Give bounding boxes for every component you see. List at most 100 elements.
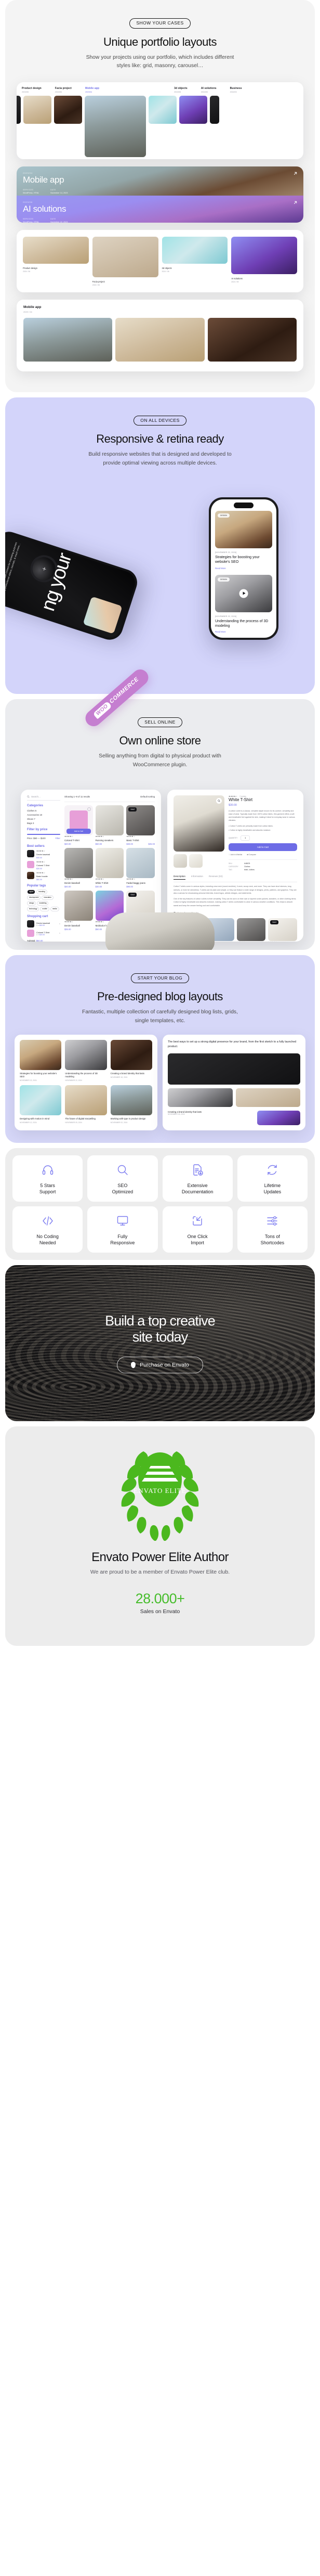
related-product-card[interactable]: ★★★★☆ Basic hoodie $40.00	[236, 918, 266, 942]
tag-chip[interactable]: mobile	[40, 906, 49, 911]
remove-icon[interactable]: ×	[59, 922, 60, 925]
blog-thumb[interactable]	[235, 1088, 300, 1107]
landing-page: SHOW YOUR CASES Unique portfolio layouts…	[0, 0, 320, 1646]
portfolio-grid-cell[interactable]: AI solutions 2024 / 05	[231, 236, 297, 286]
tab-information[interactable]: Information	[191, 875, 203, 880]
tag-chip[interactable]: design	[27, 900, 36, 906]
wishlist-icon[interactable]	[87, 807, 91, 811]
tag-chip[interactable]: media	[50, 906, 59, 911]
product-thumbnail[interactable]	[189, 854, 203, 868]
blog-post-card[interactable]: Strategies for boosting your website's S…	[20, 1040, 62, 1081]
tag-chip[interactable]: technology	[27, 906, 39, 911]
portfolio-tab[interactable]: Facia project 2024/06	[55, 87, 72, 93]
arrow-up-right-icon[interactable]	[293, 171, 298, 176]
tag-chip[interactable]: marketing	[37, 900, 49, 906]
tag-chip[interactable]: innovation	[42, 895, 54, 900]
blog-thumb[interactable]	[168, 1088, 233, 1107]
feature-card-shortcodes[interactable]: Tons of Shortcodes	[237, 1206, 308, 1253]
single-image	[207, 317, 297, 362]
portfolio-thumb[interactable]	[210, 95, 219, 124]
portfolio-tab[interactable]: Business 2024/03	[230, 87, 242, 93]
phone-mockup-portrait[interactable]: DESIGN [NOVEMBER 22, 2024] Strategies fo…	[209, 497, 278, 640]
shop-search-input[interactable]: Search…	[27, 795, 60, 801]
blog-post-card[interactable]: Understanding the process of 3D modeling…	[65, 1040, 107, 1081]
product-card[interactable]: ★★★★☆ Denim baseball $40.00	[64, 847, 93, 888]
tag-chip[interactable]: digital	[27, 889, 36, 894]
blog-grid-mockup[interactable]: Strategies for boosting your website's S…	[15, 1035, 157, 1130]
compare-button[interactable]: ⇄ Compare	[247, 854, 256, 856]
portfolio-thumb[interactable]	[54, 95, 82, 124]
portfolio-tab[interactable]: Product design 2024/06	[22, 87, 42, 93]
portfolio-grid-cell[interactable]: Facia project 2024 / 06	[92, 236, 158, 286]
best-seller-item[interactable]: ★★★★☆ Denim baseball $40.00	[27, 849, 60, 859]
price-slider[interactable]	[27, 833, 60, 835]
portfolio-grid-cell[interactable]: 3d objects 2024 / 06	[162, 236, 228, 286]
portfolio-tab[interactable]: 3d objects 2024/06	[174, 87, 188, 93]
portfolio-thumb[interactable]	[23, 95, 51, 124]
add-to-cart-button[interactable]: Add to Cart	[229, 843, 297, 852]
wishlist-button[interactable]: ♡ Add to Wishlist	[229, 854, 242, 856]
blog-thumb[interactable]	[257, 1110, 300, 1125]
best-seller-item[interactable]: ★★★★☆ Colored T-Shirt $30.00	[27, 860, 60, 870]
blog-single-mockup[interactable]: The best ways to set up a strong digital…	[163, 1035, 305, 1130]
product-thumbnail[interactable]	[174, 854, 187, 868]
product-card[interactable]: ★★★★☆ Running sneakers $60.00	[95, 805, 124, 845]
product-card[interactable]: ★★★★☆ Denim baseball $35.00	[64, 890, 93, 931]
portfolio-grid-cell[interactable]: Product design 2024 / 06	[23, 236, 89, 286]
portfolio-thumb[interactable]	[149, 95, 177, 124]
phone-blog-post[interactable]: DESIGN [NOVEMBER 22, 2024] Understanding…	[215, 574, 272, 633]
portfolio-tab[interactable]: AI solutions 2024/05	[201, 87, 217, 93]
sorting-select[interactable]: Default sorting	[140, 795, 155, 798]
tag-chip[interactable]: branding	[36, 889, 47, 894]
feature-card-documentation[interactable]: Extensive Documentation	[162, 1155, 233, 1202]
post-read-more-link[interactable]: Read More	[215, 630, 272, 633]
category-item[interactable]: Bags 3	[27, 822, 60, 825]
phone-blog-post[interactable]: DESIGN [NOVEMBER 22, 2024] Strategies fo…	[215, 510, 272, 570]
tag-chip[interactable]: development	[27, 895, 41, 900]
portfolio-thumb[interactable]	[179, 95, 207, 124]
remove-icon[interactable]: ×	[59, 932, 60, 934]
phone-mockup-landscape[interactable]: Creating compelling video content for ma…	[5, 528, 141, 643]
feature-card-responsive[interactable]: Fully Responsive	[87, 1206, 158, 1253]
filter-button[interactable]: Filter	[55, 837, 60, 840]
portfolio-mockup-hero[interactable]: 2023/04 Mobile app SERVICES WordPress, H…	[17, 166, 303, 223]
blog-post-card[interactable]: Designing with motion in mind NOVEMBER 1…	[20, 1085, 62, 1124]
portfolio-hero-card-2[interactable]: 2023/06 AI solutions SERVICES WordPress,…	[17, 195, 303, 223]
category-item[interactable]: Clothes 6	[27, 809, 60, 812]
product-card[interactable]: ★★★★☆ Faded baggy jeans $90.00	[126, 847, 155, 888]
add-to-cart-button[interactable]: Add to Cart	[66, 828, 91, 834]
blog-post-card[interactable]: Working with type in product design NOVE…	[110, 1085, 152, 1124]
zoom-icon[interactable]	[216, 797, 222, 804]
feature-card-seo[interactable]: SEO Optimized	[87, 1155, 158, 1202]
product-card[interactable]: Add to Cart ★★★★☆ Colored T-Shirt $20.00	[64, 805, 93, 845]
related-product-card[interactable]: SALE ★★★★☆ Retro trainers $100.00 $150.0…	[268, 918, 297, 942]
tab-description[interactable]: Description	[174, 875, 185, 880]
post-read-more-link[interactable]: Read More	[215, 567, 272, 570]
category-item[interactable]: Shoes 7	[27, 818, 60, 820]
portfolio-mockup-grid[interactable]: Product design 2024 / 06 Facia project 2…	[17, 229, 303, 292]
feature-card-one-click-import[interactable]: One Click Import	[162, 1206, 233, 1253]
quantity-stepper[interactable]: 1	[241, 835, 250, 841]
feature-card-support[interactable]: 5 Stars Support	[12, 1155, 83, 1202]
product-card[interactable]: ★★★★☆ White T-Shirt $30.00	[95, 847, 124, 888]
feature-label: Tons of Shortcodes	[260, 1233, 285, 1246]
arrow-up-right-icon[interactable]	[293, 200, 298, 205]
portfolio-mockup-carousel[interactable]: Product design 2024/06 Facia project 202…	[17, 82, 303, 159]
tab-reviews[interactable]: Reviews (02)	[209, 875, 223, 880]
feature-card-updates[interactable]: Lifetime Updates	[237, 1155, 308, 1202]
blog-post-card[interactable]: The future of digital storytelling NOVEM…	[65, 1085, 107, 1124]
product-card[interactable]: SALE ★★★★☆ Basic T-Shirt $30.00 $25.00	[126, 805, 155, 845]
best-seller-item[interactable]: ★★★★☆ Basic hoodie $60.00	[27, 871, 60, 881]
play-icon[interactable]	[239, 589, 248, 598]
category-item[interactable]: Accessories 10	[27, 814, 60, 816]
product-price: $40.00	[64, 885, 71, 888]
portfolio-thumb-large[interactable]	[85, 95, 146, 157]
purchase-on-envato-button[interactable]: Purchase on Envato	[117, 1357, 203, 1374]
portfolio-mockup-single[interactable]: Mobile app 2023 / 04	[17, 299, 303, 371]
product-main-image[interactable]	[174, 795, 224, 852]
portfolio-tab-active[interactable]: Mobile app 2023/04	[85, 87, 99, 93]
blog-post-card[interactable]: Creating a brand identity that lasts NOV…	[110, 1040, 152, 1081]
feature-label: SEO Optimized	[112, 1182, 134, 1194]
portfolio-thumb[interactable]	[17, 95, 21, 124]
feature-card-no-coding[interactable]: No Coding Needed	[12, 1206, 83, 1253]
